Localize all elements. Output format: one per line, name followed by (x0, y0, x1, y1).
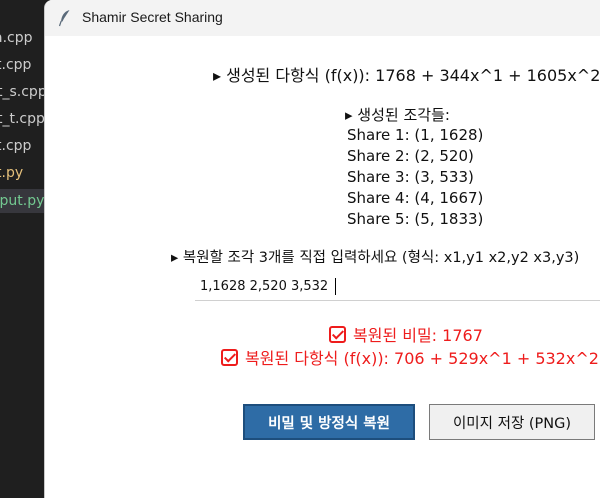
restore-button[interactable]: 비밀 및 방정식 복원 (243, 404, 415, 440)
window-title: Shamir Secret Sharing (82, 9, 223, 25)
file-item-selected[interactable]: tput.py (0, 189, 44, 213)
generated-polynomial-label: ▸ 생성된 다항식 (f(x)): 1768 + 344x^1 + 1605x^… (213, 66, 600, 85)
screen: a.cpp t.cpp t_s.cpp t_t.cpp t.cpp t.py t… (0, 0, 600, 498)
file-item[interactable]: t.py (0, 161, 23, 185)
restored-polynomial-text: 복원된 다항식 (f(x)): 706 + 529x^1 + 532x^2 (245, 349, 599, 368)
generated-shares-heading: ▸ 생성된 조각들: (345, 106, 450, 124)
restored-secret-result: 복원된 비밀: 1767 (329, 322, 483, 346)
check-box-icon (221, 348, 238, 366)
file-item[interactable]: a.cpp (0, 26, 33, 50)
restored-secret-text: 복원된 비밀: 1767 (353, 326, 483, 345)
share-item: Share 3: (3, 533) (347, 168, 474, 186)
shares-input-box[interactable] (195, 274, 600, 301)
file-item[interactable]: t_t.cpp (0, 107, 44, 131)
share-item: Share 5: (5, 1833) (347, 210, 484, 228)
input-prompt-label: ▸ 복원할 조각 3개를 직접 입력하세요 (형식: x1,y1 x2,y2 x… (171, 250, 580, 266)
restored-polynomial-result: 복원된 다항식 (f(x)): 706 + 529x^1 + 532x^2 (221, 345, 599, 369)
main-content: ▸ 생성된 다항식 (f(x)): 1768 + 344x^1 + 1605x^… (45, 36, 600, 498)
file-item[interactable]: t.cpp (0, 53, 31, 77)
app-window: Shamir Secret Sharing ▸ 생성된 다항식 (f(x)): … (44, 0, 600, 498)
file-item-label: tput.py (0, 193, 44, 209)
file-item[interactable]: t_s.cpp (0, 80, 44, 104)
text-caret (335, 278, 336, 295)
share-item: Share 2: (2, 520) (347, 147, 474, 165)
check-box-icon (329, 325, 346, 343)
title-bar[interactable]: Shamir Secret Sharing (45, 0, 600, 36)
share-item: Share 1: (1, 1628) (347, 126, 484, 144)
editor-file-list: a.cpp t.cpp t_s.cpp t_t.cpp t.cpp t.py t… (0, 0, 44, 498)
feather-icon (58, 10, 70, 27)
shares-input[interactable] (195, 276, 600, 296)
save-image-button[interactable]: 이미지 저장 (PNG) (429, 404, 595, 440)
file-item[interactable]: t.cpp (0, 134, 31, 158)
share-item: Share 4: (4, 1667) (347, 189, 484, 207)
